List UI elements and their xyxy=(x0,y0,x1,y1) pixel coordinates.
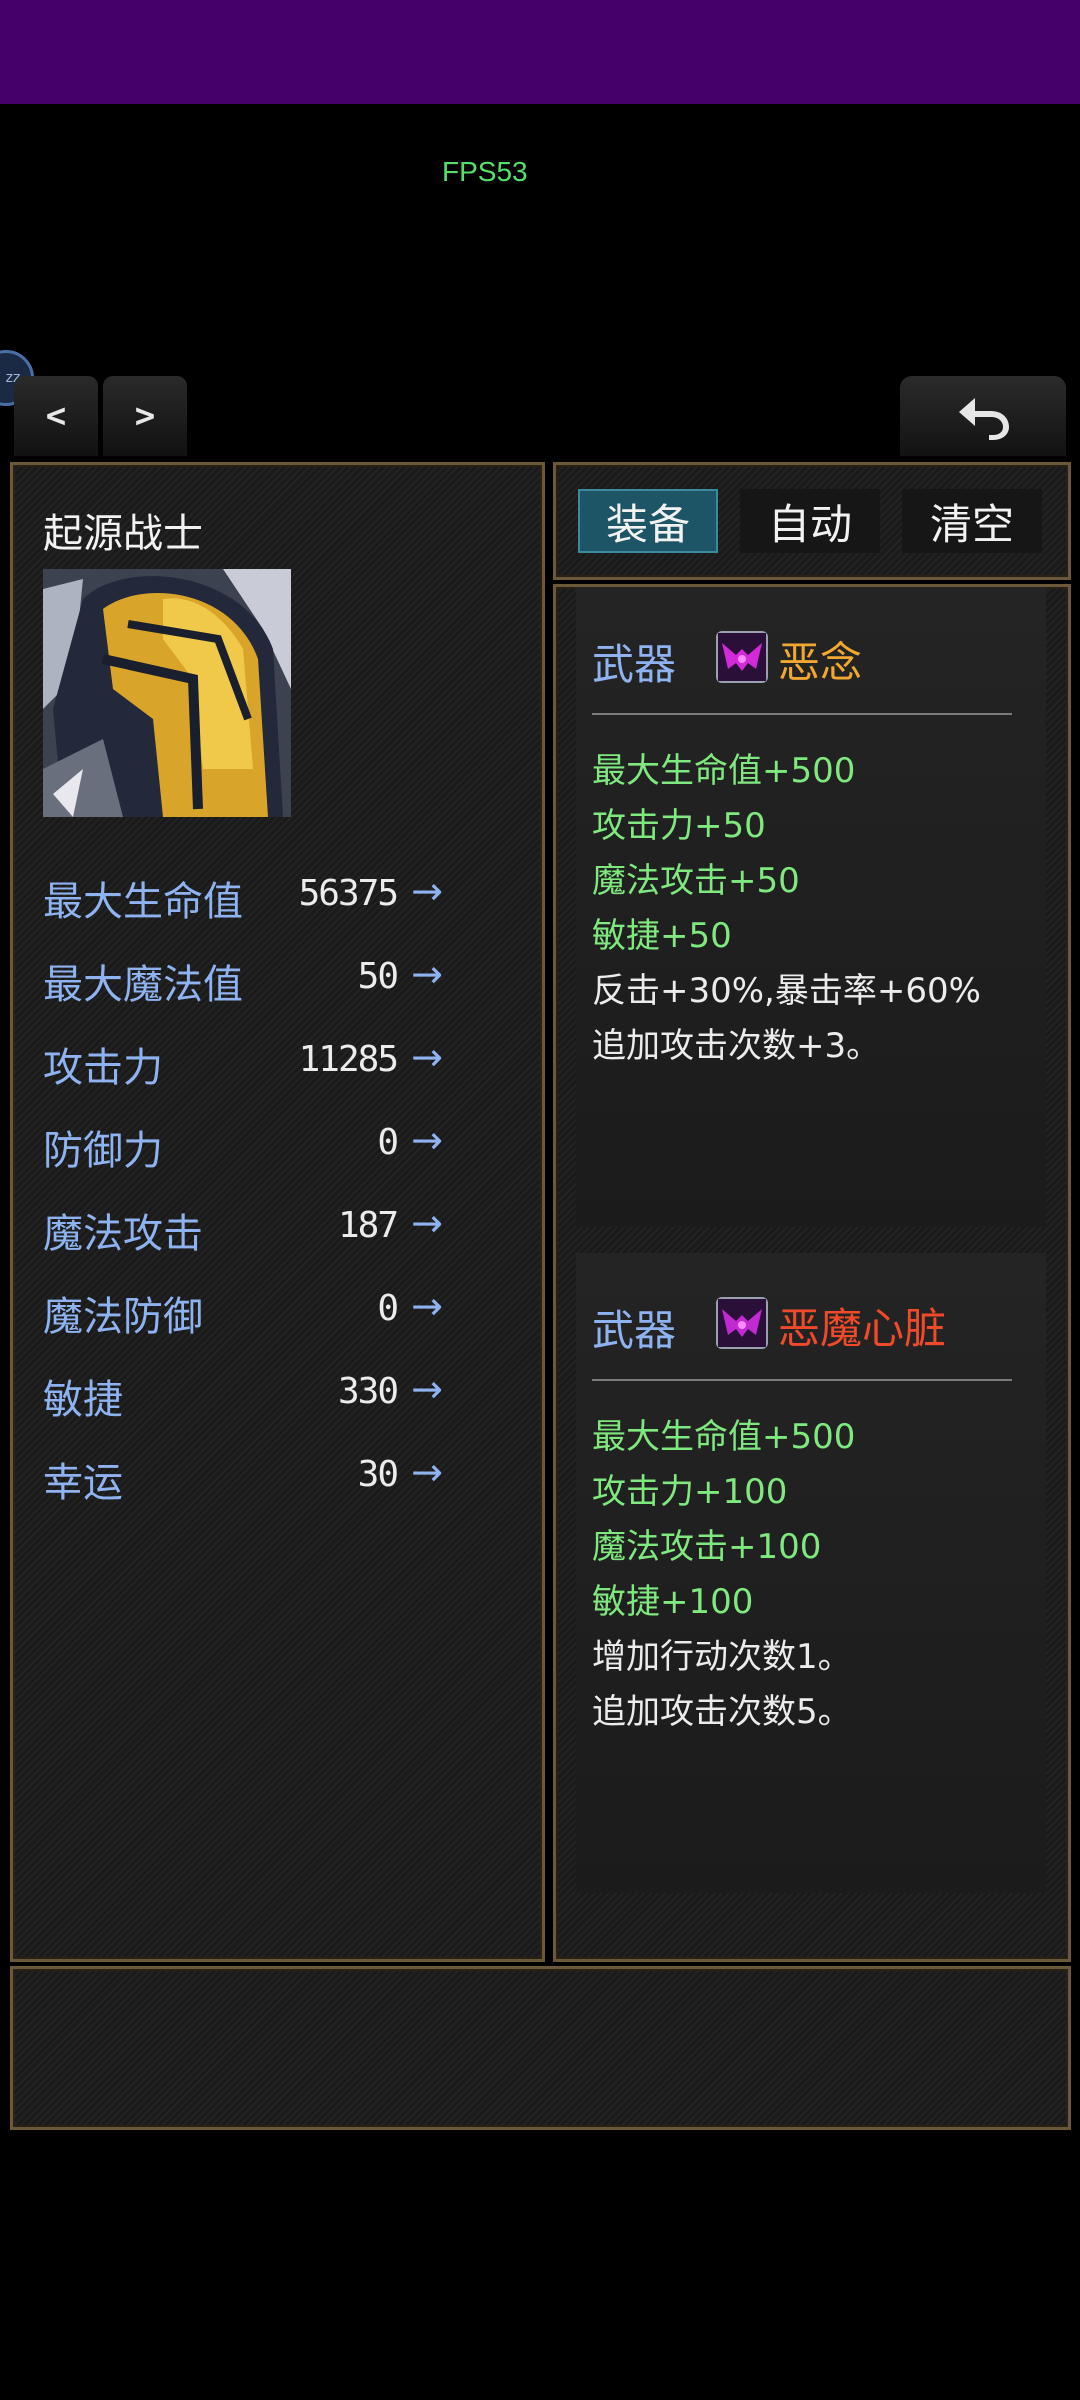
stat-label: 攻击力 xyxy=(43,1045,163,1091)
stat-label: 魔法攻击 xyxy=(43,1211,203,1257)
hero-stats-panel: 起源战士 最大生命值 56375 → 最大魔法值 50 → 攻击力 11285 … xyxy=(10,462,545,1962)
equipment-type: 武器 xyxy=(592,1306,677,1355)
divider xyxy=(592,1379,1012,1381)
arrow-right-icon: → xyxy=(411,1035,443,1079)
back-button[interactable] xyxy=(900,376,1066,456)
equipment-panel: 武器 恶念 最大生命值+500 攻击力+50 魔法攻击+50 敏捷+50 反击+… xyxy=(553,584,1071,1962)
equipment-type: 武器 xyxy=(592,640,677,689)
arrow-right-icon: → xyxy=(411,952,443,996)
effect-line: 反击+30%,暴击率+60% xyxy=(592,971,981,1011)
stat-value: 30 xyxy=(357,1454,399,1495)
stat-row-agility[interactable]: 敏捷 330 → xyxy=(43,1367,443,1427)
stat-value: 330 xyxy=(337,1371,399,1412)
tab-clear[interactable]: 清空 xyxy=(902,489,1042,553)
stat-label: 幸运 xyxy=(43,1460,123,1506)
tab-bar: 装备 自动 清空 xyxy=(553,462,1071,580)
stat-value: 11285 xyxy=(298,1039,399,1080)
effect-line: 追加攻击次数5。 xyxy=(592,1692,852,1732)
stat-row-defense[interactable]: 防御力 0 → xyxy=(43,1118,443,1178)
stat-label: 魔法防御 xyxy=(43,1294,203,1340)
equipment-name: 恶魔心脏 xyxy=(778,1304,947,1353)
message-panel xyxy=(10,1966,1071,2130)
bonus-line: 敏捷+50 xyxy=(592,916,732,956)
bonus-line: 魔法攻击+100 xyxy=(592,1527,822,1567)
stat-value: 0 xyxy=(377,1122,399,1163)
arrow-right-icon: → xyxy=(411,1201,443,1245)
bonus-line: 魔法攻击+50 xyxy=(592,861,800,901)
next-hero-button[interactable]: > xyxy=(103,376,187,456)
armored-knight-helmet-icon xyxy=(43,569,291,817)
effect-line: 增加行动次数1。 xyxy=(592,1637,852,1677)
stat-label: 最大生命值 xyxy=(43,879,243,925)
hero-portrait xyxy=(43,569,291,817)
tab-equipment[interactable]: 装备 xyxy=(578,489,718,553)
stat-row-magic-defense[interactable]: 魔法防御 0 → xyxy=(43,1284,443,1344)
tab-auto[interactable]: 自动 xyxy=(740,489,880,553)
stat-label: 防御力 xyxy=(43,1128,163,1174)
stat-value: 56375 xyxy=(298,873,399,914)
demon-heart-icon xyxy=(716,1297,768,1349)
stat-label: 敏捷 xyxy=(43,1377,123,1423)
arrow-right-icon: → xyxy=(411,1118,443,1162)
stat-value: 50 xyxy=(357,956,399,997)
arrow-right-icon: → xyxy=(411,1367,443,1411)
stat-value: 187 xyxy=(337,1205,399,1246)
stat-label: 最大魔法值 xyxy=(43,962,243,1008)
stat-row-luck[interactable]: 幸运 30 → xyxy=(43,1450,443,1510)
stat-row-max-mp[interactable]: 最大魔法值 50 → xyxy=(43,952,443,1012)
stat-row-max-hp[interactable]: 最大生命值 56375 → xyxy=(43,869,443,929)
divider xyxy=(592,713,1012,715)
arrow-right-icon: → xyxy=(411,869,443,913)
equipment-slot-2[interactable]: 武器 恶魔心脏 最大生命值+500 攻击力+100 魔法攻击+100 敏捷+10… xyxy=(576,1253,1046,1893)
status-bar xyxy=(0,0,1080,104)
fps-counter: FPS53 xyxy=(442,156,528,187)
bonus-line: 最大生命值+500 xyxy=(592,751,856,791)
stat-row-magic-attack[interactable]: 魔法攻击 187 → xyxy=(43,1201,443,1261)
bonus-line: 攻击力+100 xyxy=(592,1472,788,1512)
arrow-right-icon: → xyxy=(411,1284,443,1328)
equipment-slot-1[interactable]: 武器 恶念 最大生命值+500 攻击力+50 魔法攻击+50 敏捷+50 反击+… xyxy=(576,587,1046,1227)
stat-row-attack[interactable]: 攻击力 11285 → xyxy=(43,1035,443,1095)
demon-wings-icon xyxy=(716,631,768,683)
undo-arrow-icon xyxy=(959,398,1009,440)
stat-value: 0 xyxy=(377,1288,399,1329)
prev-hero-button[interactable]: < xyxy=(14,376,98,456)
equipment-name: 恶念 xyxy=(778,638,863,687)
bonus-line: 最大生命值+500 xyxy=(592,1417,856,1457)
hero-name: 起源战士 xyxy=(43,511,203,557)
arrow-right-icon: → xyxy=(411,1450,443,1494)
bonus-line: 攻击力+50 xyxy=(592,806,766,846)
effect-line: 追加攻击次数+3。 xyxy=(592,1026,881,1066)
bonus-line: 敏捷+100 xyxy=(592,1582,754,1622)
